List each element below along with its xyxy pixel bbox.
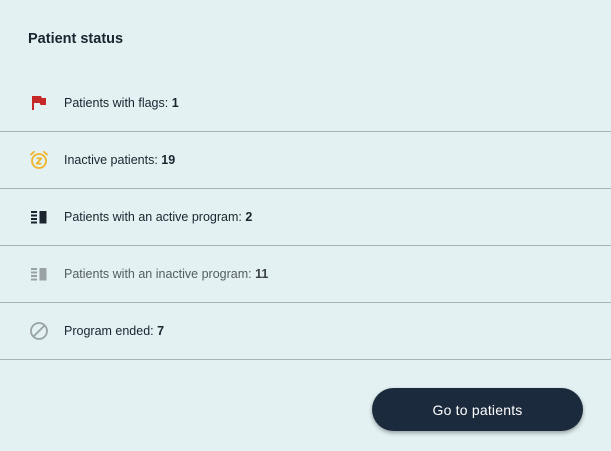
- list-item-text: Patients with an inactive program: 11: [64, 267, 268, 281]
- program-icon: [28, 206, 50, 228]
- list-item-count: 7: [157, 324, 165, 338]
- list-item-label: Patients with an active program:: [64, 210, 242, 224]
- list-item-flags[interactable]: Patients with flags: 1: [0, 74, 611, 132]
- ended-icon: [28, 320, 50, 342]
- list-item-label: Patients with flags:: [64, 95, 169, 110]
- list-item-count: 11: [255, 267, 269, 281]
- list-item-label: Program ended:: [64, 324, 154, 338]
- list-item-text: Patients with flags: 1: [64, 96, 179, 110]
- snooze-alarm-icon: [28, 149, 50, 171]
- program-inactive-icon: [28, 263, 50, 285]
- status-list: Patients with flags: 1 Inactive patients…: [0, 74, 611, 360]
- list-item-text: Program ended: 7: [64, 324, 164, 338]
- list-item-count: 19: [161, 153, 176, 167]
- go-to-patients-button[interactable]: Go to patients: [372, 388, 583, 431]
- list-item-text: Inactive patients: 19: [64, 153, 175, 167]
- flag-icon: [28, 92, 50, 114]
- list-item-text: Patients with an active program: 2: [64, 210, 252, 224]
- card-title: Patient status: [28, 31, 124, 47]
- list-item-program-ended[interactable]: Program ended: 7: [0, 303, 611, 360]
- list-item-count: 2: [245, 210, 253, 224]
- list-item-count: 1: [171, 95, 179, 110]
- list-item-inactive-program[interactable]: Patients with an inactive program: 11: [0, 246, 611, 303]
- list-item-active-program[interactable]: Patients with an active program: 2: [0, 189, 611, 246]
- list-item-inactive-patients[interactable]: Inactive patients: 19: [0, 132, 611, 189]
- list-item-label: Inactive patients:: [64, 153, 158, 167]
- list-item-label: Patients with an inactive program:: [64, 267, 252, 281]
- patient-status-card: Patient status Patients with flags: 1 In…: [0, 0, 611, 451]
